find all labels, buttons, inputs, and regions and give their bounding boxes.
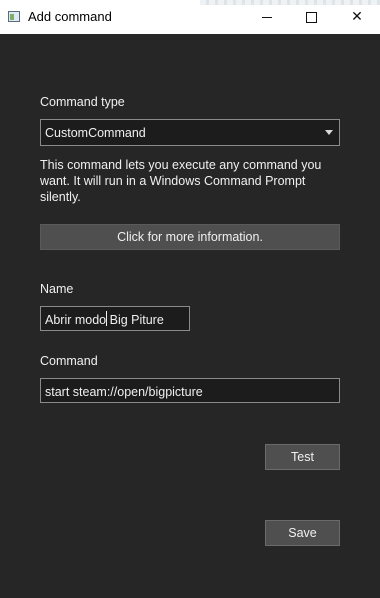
name-input[interactable]: Abrir modo Big Piture: [40, 306, 190, 331]
maximize-button[interactable]: [288, 0, 334, 34]
command-type-dropdown[interactable]: CustomCommand: [40, 119, 340, 146]
command-input[interactable]: start steam://open/bigpicture: [40, 378, 340, 403]
app-icon: [8, 11, 20, 22]
minimize-button[interactable]: [244, 0, 290, 34]
close-icon: ✕: [351, 9, 363, 25]
chevron-down-icon: [325, 130, 333, 135]
maximize-icon: [305, 11, 317, 23]
save-button[interactable]: Save: [265, 520, 340, 546]
name-label: Name: [40, 282, 74, 296]
minimize-icon: [262, 16, 272, 18]
test-button[interactable]: Test: [265, 444, 340, 470]
window-title: Add command: [28, 9, 112, 24]
command-type-label: Command type: [40, 95, 125, 109]
command-type-value: CustomCommand: [45, 126, 146, 140]
more-information-button[interactable]: Click for more information.: [40, 224, 340, 250]
command-description: This command lets you execute any comman…: [40, 158, 322, 204]
command-label: Command: [40, 354, 98, 368]
title-bar: Add command ✕: [0, 0, 380, 34]
text-cursor: [106, 311, 107, 326]
name-input-value: Abrir modo Big Piture: [45, 313, 164, 327]
command-input-value: start steam://open/bigpicture: [45, 385, 203, 399]
close-button[interactable]: ✕: [334, 0, 380, 34]
